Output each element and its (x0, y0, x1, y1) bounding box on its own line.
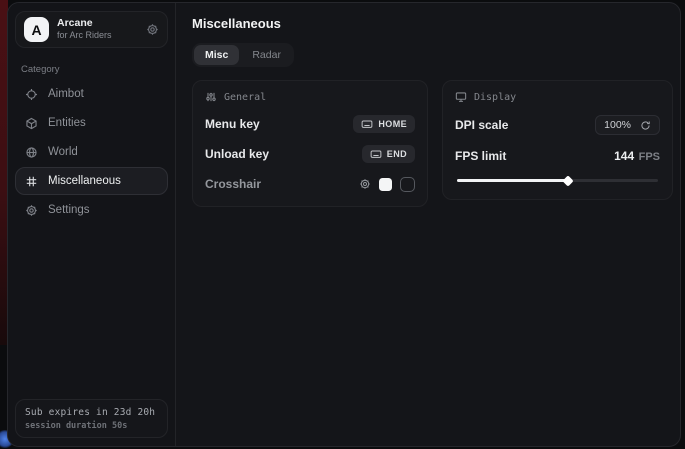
cube-icon (25, 117, 38, 130)
keyboard-icon (370, 148, 382, 160)
sidebar: A Arcane for Arc Riders Category (8, 3, 176, 446)
sidebar-item-aimbot[interactable]: Aimbot (15, 80, 168, 108)
app-logo: A (24, 17, 49, 42)
grid-icon (25, 175, 38, 188)
sidebar-item-label: Entities (48, 117, 86, 129)
unload-key-label: Unload key (205, 147, 269, 161)
fps-limit-row: FPS limit 144 FPS (455, 147, 660, 165)
fps-limit-value-group: 144 FPS (614, 147, 660, 165)
crosshair-checkbox[interactable] (400, 177, 415, 192)
sidebar-item-label: Aimbot (48, 88, 84, 100)
tab-radar[interactable]: Radar (241, 45, 292, 65)
unload-key-row: Unload key END (205, 145, 415, 163)
brand-name: Arcane (57, 17, 112, 30)
dpi-scale-value: 100% (604, 119, 631, 131)
display-card: Display DPI scale 100% FPS limit (442, 80, 673, 200)
sidebar-item-label: Settings (48, 204, 90, 216)
fps-slider-fill (457, 179, 570, 182)
fps-limit-value: 144 (614, 149, 634, 163)
sidebar-item-world[interactable]: World (15, 138, 168, 166)
fps-limit-unit: FPS (639, 151, 660, 163)
crosshair-settings-gear-icon[interactable] (359, 178, 371, 190)
menu-key-row: Menu key HOME (205, 115, 415, 133)
globe-icon (25, 146, 38, 159)
general-card-header: General (205, 91, 415, 103)
fps-limit-label: FPS limit (455, 149, 506, 163)
general-card-title: General (224, 92, 266, 103)
menu-key-value: HOME (378, 119, 407, 129)
fps-limit-slider[interactable] (455, 174, 660, 186)
profile-gear-icon[interactable] (146, 23, 159, 36)
crosshair-row: Crosshair (205, 175, 415, 193)
refresh-icon[interactable] (640, 120, 651, 131)
dpi-scale-row: DPI scale 100% (455, 115, 660, 135)
crosshair-icon (25, 88, 38, 101)
profile-card[interactable]: A Arcane for Arc Riders (15, 11, 168, 48)
category-label: Category (21, 64, 162, 75)
menu-key-bind-button[interactable]: HOME (353, 115, 415, 133)
menu-key-label: Menu key (205, 117, 260, 131)
tab-misc[interactable]: Misc (194, 45, 239, 65)
subscription-info-box: Sub expires in 23d 20h session duration … (15, 399, 168, 438)
sidebar-item-label: Miscellaneous (48, 175, 121, 187)
session-duration-text: session duration 50s (25, 421, 158, 431)
general-card: General Menu key HOME Unload key (192, 80, 428, 207)
tab-bar: Misc Radar (192, 43, 294, 67)
sliders-icon (205, 91, 217, 103)
dpi-scale-label: DPI scale (455, 118, 508, 132)
sidebar-item-miscellaneous[interactable]: Miscellaneous (15, 167, 168, 195)
display-card-header: Display (455, 91, 660, 103)
sidebar-nav: Aimbot Entities World (15, 80, 168, 224)
cards-row: General Menu key HOME Unload key (192, 80, 673, 207)
brand-subtitle: for Arc Riders (57, 30, 112, 41)
unload-key-value: END (387, 149, 407, 159)
sub-expiry-text: Sub expires in 23d 20h (25, 407, 158, 418)
sidebar-item-settings[interactable]: Settings (15, 196, 168, 224)
unload-key-bind-button[interactable]: END (362, 145, 415, 163)
app-window: A Arcane for Arc Riders Category (7, 2, 681, 447)
page-title: Miscellaneous (192, 16, 673, 31)
dpi-scale-control[interactable]: 100% (595, 115, 660, 135)
crosshair-label: Crosshair (205, 177, 261, 191)
crosshair-color-swatch[interactable] (379, 178, 392, 191)
crosshair-controls (359, 177, 415, 192)
keyboard-icon (361, 118, 373, 130)
fps-slider-thumb[interactable] (562, 175, 573, 186)
sidebar-item-label: World (48, 146, 78, 158)
gear-icon (25, 204, 38, 217)
monitor-icon (455, 91, 467, 103)
sidebar-item-entities[interactable]: Entities (15, 109, 168, 137)
main-content: Miscellaneous Misc Radar General (176, 3, 681, 446)
display-card-title: Display (474, 92, 516, 103)
brand-text: Arcane for Arc Riders (57, 17, 112, 41)
